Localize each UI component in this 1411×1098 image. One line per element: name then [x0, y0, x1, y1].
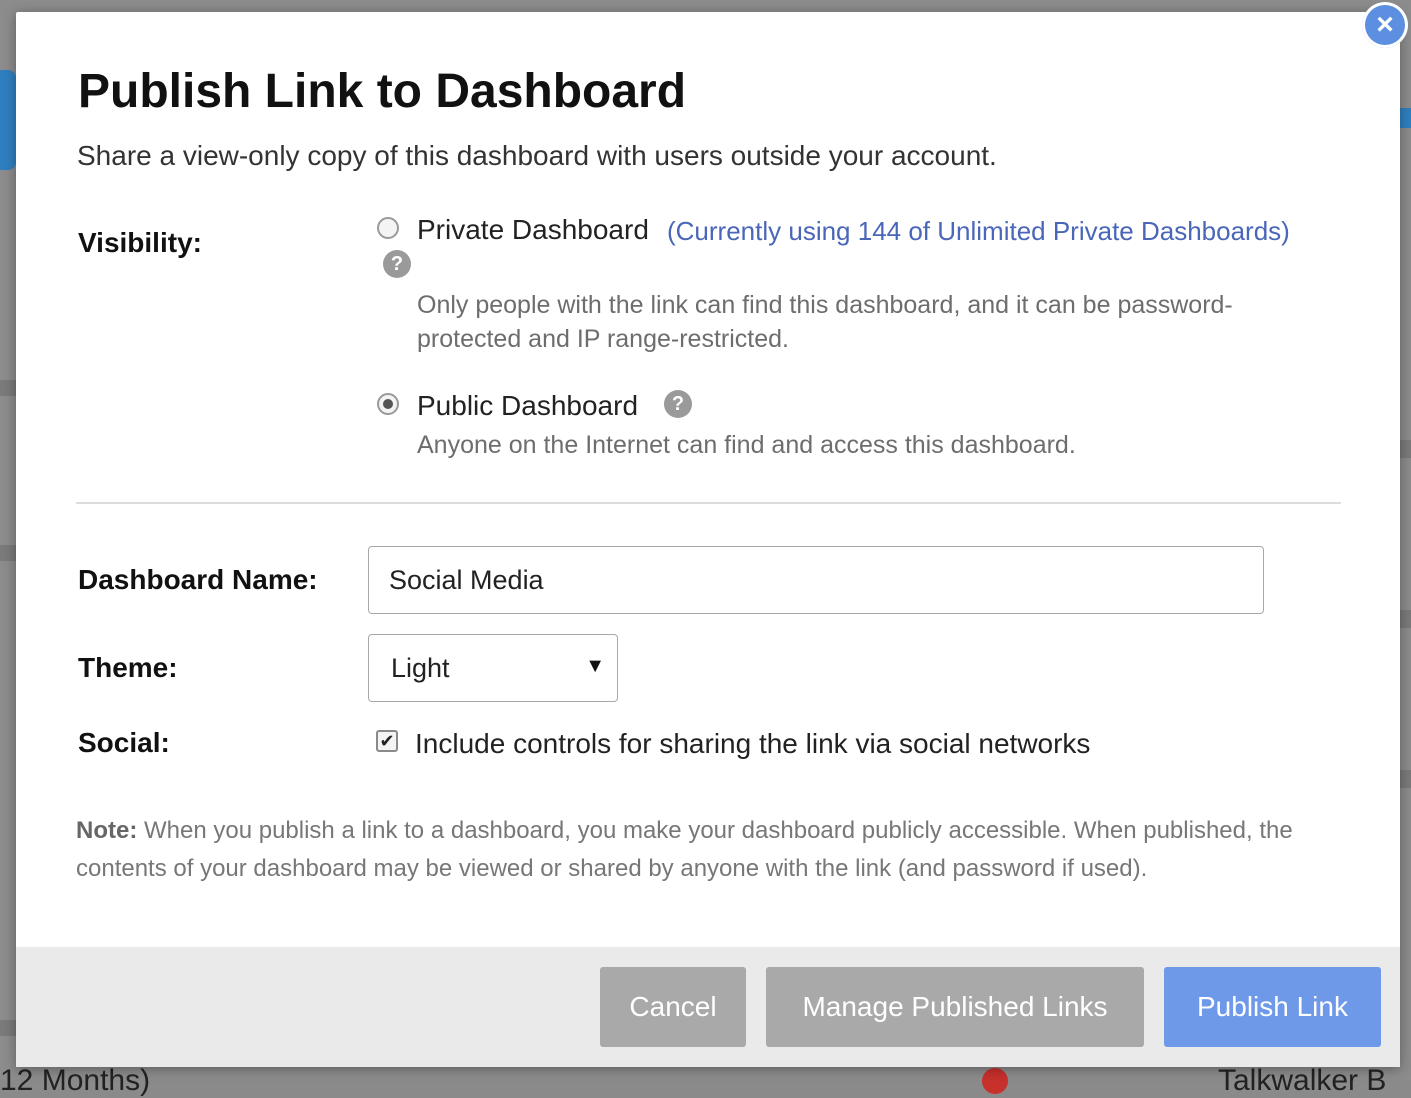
- theme-label: Theme:: [78, 652, 178, 683]
- publish-note: Note: When you publish a link to a dashb…: [76, 812, 1336, 888]
- background-text-fragment: Talkwalker B: [1218, 1064, 1387, 1097]
- background-fragment: [0, 1020, 16, 1036]
- section-divider: [76, 502, 1341, 504]
- dialog-subtitle: Share a view-only copy of this dashboard…: [77, 140, 997, 171]
- background-alert-icon: [982, 1068, 1008, 1094]
- manage-published-links-button[interactable]: Manage Published Links: [766, 967, 1144, 1047]
- background-fragment: [1399, 770, 1411, 788]
- note-prefix: Note:: [76, 817, 138, 844]
- private-dashboard-radio[interactable]: [377, 217, 399, 239]
- private-dashboard-usage-note: (Currently using 144 of Unlimited Privat…: [667, 216, 1290, 246]
- dashboard-name-input[interactable]: Social Media: [368, 546, 1264, 614]
- background-text-fragment: 12 Months): [0, 1064, 151, 1097]
- dropdown-arrow-icon: ▼: [585, 655, 605, 677]
- description-line: protected and IP range-restricted.: [417, 325, 789, 353]
- checkmark-icon: ✔: [379, 730, 395, 751]
- publish-link-dialog: Publish Link to Dashboard Share a view-o…: [16, 12, 1400, 1067]
- description-line: Only people with the link can find this …: [417, 291, 1233, 319]
- background-fragment: [1399, 440, 1411, 458]
- theme-selected-value: Light: [391, 652, 450, 683]
- background-blue-shape: [0, 70, 16, 170]
- question-circle-icon[interactable]: ?: [664, 390, 692, 418]
- dialog-title: Publish Link to Dashboard: [78, 65, 687, 118]
- theme-select[interactable]: Light ▼: [368, 634, 618, 702]
- background-blue-tab: [1399, 108, 1411, 128]
- public-dashboard-description: Anyone on the Internet can find and acce…: [417, 431, 1076, 459]
- dashboard-name-value: Social Media: [389, 564, 544, 595]
- private-dashboard-description: Only people with the link can find this …: [417, 288, 1233, 356]
- close-icon[interactable]: ×: [1362, 2, 1408, 48]
- background-fragment: [1399, 610, 1411, 628]
- dialog-footer: Cancel Manage Published Links Publish Li…: [16, 947, 1400, 1067]
- private-dashboard-label[interactable]: Private Dashboard: [417, 214, 649, 246]
- visibility-label: Visibility:: [78, 227, 202, 258]
- dashboard-name-label: Dashboard Name:: [78, 564, 318, 595]
- social-label: Social:: [78, 727, 170, 758]
- public-dashboard-label[interactable]: Public Dashboard: [417, 390, 638, 422]
- cancel-button[interactable]: Cancel: [600, 967, 746, 1047]
- public-dashboard-radio[interactable]: [377, 393, 399, 415]
- social-controls-checkbox[interactable]: ✔: [376, 730, 398, 752]
- social-controls-label[interactable]: Include controls for sharing the link vi…: [415, 728, 1090, 760]
- background-fragment: [0, 545, 16, 561]
- publish-link-button[interactable]: Publish Link: [1164, 967, 1381, 1047]
- background-fragment: [0, 380, 16, 396]
- note-text: When you publish a link to a dashboard, …: [76, 817, 1293, 882]
- question-circle-icon[interactable]: ?: [383, 250, 411, 278]
